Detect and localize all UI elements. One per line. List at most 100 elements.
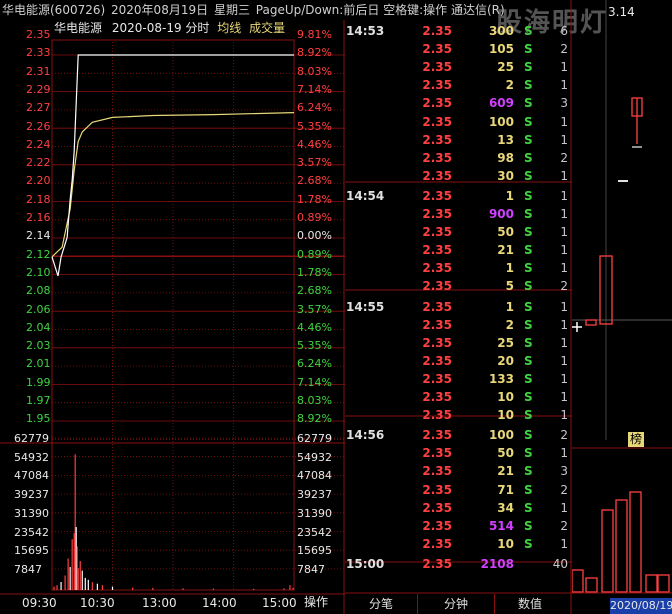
- tick-row[interactable]: 2.35 609 S 3: [0, 94, 572, 112]
- tick-row[interactable]: 2.35 1 S 1: [0, 259, 572, 277]
- tick-row[interactable]: 2.35 21 S 3: [0, 462, 572, 480]
- tick-row[interactable]: 2.35 514 S 2: [0, 517, 572, 535]
- tick-count: 2: [560, 42, 568, 57]
- tick-time: 15:00: [346, 556, 385, 571]
- tick-row[interactable]: 2.35 25 S 1: [0, 334, 572, 352]
- tick-row[interactable]: 2.35 34 S 1: [0, 499, 572, 517]
- tick-side: S: [524, 335, 533, 350]
- tick-count: 3: [560, 464, 568, 479]
- kline-badge[interactable]: 榜: [628, 432, 644, 447]
- tick-side: S: [524, 188, 533, 203]
- tick-volume: 133: [488, 371, 514, 386]
- tick-count: 2: [560, 279, 568, 294]
- tick-row[interactable]: 14:55 2.35 1 S 1: [0, 298, 572, 316]
- tick-price: 2.35: [422, 279, 452, 294]
- tick-row[interactable]: 2.35 5 S 2: [0, 277, 572, 295]
- tick-price: 2.35: [422, 42, 452, 57]
- tick-price: 2.35: [422, 353, 452, 368]
- kline-volume-bar: [657, 574, 670, 593]
- tick-row[interactable]: 2.35 50 S 1: [0, 223, 572, 241]
- title-weekday: 星期三: [213, 3, 250, 17]
- tick-row[interactable]: 2.35 2 S 1: [0, 316, 572, 334]
- tick-row[interactable]: 15:00 2.35 2108 40: [0, 555, 572, 573]
- tick-price: 2.35: [422, 207, 452, 221]
- tick-count: 1: [560, 353, 568, 368]
- tick-count: 2: [560, 518, 568, 533]
- tick-count: 1: [560, 60, 568, 75]
- tick-volume: 5: [505, 279, 514, 294]
- tick-count: 1: [560, 536, 568, 551]
- tick-count: 40: [552, 556, 568, 571]
- operate-button[interactable]: 操作: [304, 596, 328, 609]
- stock-title: 华电能源(600726): [2, 3, 106, 17]
- tick-price: 2.35: [422, 299, 452, 314]
- tick-volume: 900: [488, 207, 514, 221]
- tick-price: 2.35: [422, 428, 452, 443]
- tick-row[interactable]: 2.35 100 S 1: [0, 113, 572, 131]
- tick-side: S: [524, 96, 533, 111]
- tick-volume: 34: [497, 500, 514, 515]
- tick-side: S: [524, 518, 533, 533]
- tick-row[interactable]: 2.35 105 S 2: [0, 40, 572, 58]
- tick-row[interactable]: 14:54 2.35 1 S 1: [0, 187, 572, 205]
- tick-row[interactable]: 2.35 25 S 1: [0, 58, 572, 76]
- tick-price: 2.35: [422, 225, 452, 240]
- tick-volume: 30: [497, 168, 514, 183]
- tick-row[interactable]: 2.35 30 S 1: [0, 167, 572, 185]
- tick-volume: 50: [497, 225, 514, 240]
- tab-minutes[interactable]: 分钟: [418, 594, 495, 614]
- tick-row[interactable]: 14:56 2.35 100 S 2: [0, 426, 572, 444]
- tick-side: S: [524, 24, 533, 38]
- tick-row[interactable]: 2.35 21 S 1: [0, 241, 572, 259]
- tick-row[interactable]: 14:53 2.35 300 S 6: [0, 22, 572, 40]
- tick-volume: 1: [505, 261, 514, 276]
- tick-row[interactable]: 2.35 133 S 1: [0, 370, 572, 388]
- tick-volume: 100: [488, 114, 514, 129]
- tick-row[interactable]: 2.35 71 S 2: [0, 481, 572, 499]
- tick-volume: 1: [505, 299, 514, 314]
- tick-count: 1: [560, 207, 568, 221]
- tick-row[interactable]: 2.35 20 S 1: [0, 352, 572, 370]
- tick-side: S: [524, 482, 533, 497]
- tick-row[interactable]: 2.35 13 S 1: [0, 131, 572, 149]
- tick-volume: 514: [488, 518, 514, 533]
- tick-side: S: [524, 464, 533, 479]
- tick-row[interactable]: 2.35 10 S 1: [0, 406, 572, 424]
- tick-row[interactable]: 2.35 10 S 1: [0, 535, 572, 553]
- tick-time: 14:53: [346, 24, 385, 38]
- tick-side: S: [524, 428, 533, 443]
- tick-price: 2.35: [422, 150, 452, 165]
- tick-count: 1: [560, 390, 568, 404]
- tick-volume: 1: [505, 188, 514, 203]
- tick-price: 2.35: [422, 114, 452, 129]
- tick-price: 2.35: [422, 168, 452, 183]
- tick-price: 2.35: [422, 482, 452, 497]
- tick-price: 2.35: [422, 464, 452, 479]
- tick-volume: 13: [497, 132, 514, 147]
- tick-count: 1: [560, 114, 568, 129]
- tick-side: S: [524, 408, 533, 423]
- tick-count: 2: [560, 428, 568, 443]
- tick-count: 1: [560, 335, 568, 350]
- tick-row[interactable]: 2.35 2 S 1: [0, 76, 572, 94]
- time-axis-label: 13:00: [142, 596, 177, 610]
- kline-volume-bar: [645, 574, 658, 593]
- time-axis-label: 10:30: [80, 596, 115, 610]
- tick-volume: 50: [497, 446, 514, 461]
- tick-volume: 2108: [480, 556, 514, 571]
- tick-time: 14:55: [346, 299, 385, 314]
- kline-panel[interactable]: [572, 0, 672, 614]
- tick-volume: 10: [497, 408, 514, 423]
- tick-volume: 10: [497, 536, 514, 551]
- tick-count: 1: [560, 371, 568, 386]
- tick-side: S: [524, 60, 533, 75]
- tick-row[interactable]: 2.35 10 S 1: [0, 388, 572, 406]
- tick-row[interactable]: 2.35 98 S 2: [0, 149, 572, 167]
- tab-values[interactable]: 数值: [495, 594, 565, 614]
- tick-row[interactable]: 2.35 900 S 1: [0, 205, 572, 223]
- tick-price: 2.35: [422, 500, 452, 515]
- time-axis-label: 09:30: [22, 596, 57, 610]
- tick-price: 2.35: [422, 556, 452, 571]
- tick-row[interactable]: 2.35 50 S 1: [0, 444, 572, 462]
- tab-ticks[interactable]: 分笔: [345, 594, 418, 614]
